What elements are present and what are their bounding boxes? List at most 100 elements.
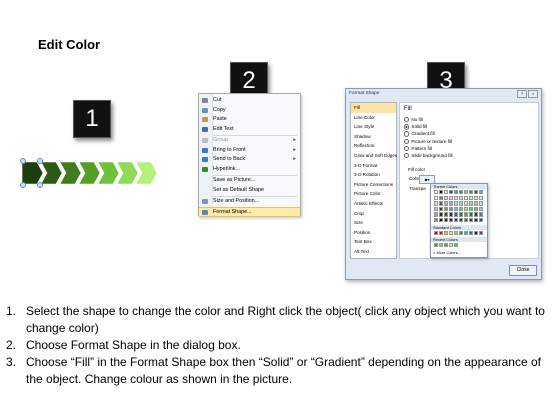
color-swatch[interactable] [464,201,469,206]
color-swatch[interactable] [434,196,439,201]
category-item[interactable]: Reflection [351,141,396,151]
color-swatch[interactable] [479,190,484,195]
color-swatch[interactable] [449,243,454,248]
color-swatch[interactable] [459,217,464,222]
color-swatch[interactable] [454,190,459,195]
selection-handle[interactable] [20,182,26,188]
color-swatch[interactable] [464,190,469,195]
color-swatch[interactable] [474,217,479,222]
color-swatch[interactable] [459,206,464,212]
color-swatch[interactable] [449,201,454,206]
color-swatch[interactable] [454,212,459,217]
chevron-segment[interactable] [135,161,158,185]
category-item[interactable]: Size [351,218,396,228]
chevron-segment[interactable] [21,161,44,185]
menu-item[interactable]: Paste [199,115,300,124]
fill-option-radio[interactable]: Picture or texture fill [404,139,452,145]
color-swatch[interactable] [479,217,484,222]
color-swatch[interactable] [474,206,479,212]
color-swatch[interactable] [439,196,444,201]
color-swatch[interactable] [469,206,474,212]
color-swatch[interactable] [434,190,439,195]
category-item[interactable]: Crop [351,209,396,219]
color-swatch[interactable] [449,231,454,236]
menu-item[interactable]: Hyperlink... [199,165,300,174]
color-swatch[interactable] [459,212,464,217]
color-swatch[interactable] [474,201,479,206]
color-swatch[interactable] [479,206,484,212]
color-swatch[interactable] [444,190,449,195]
color-swatch[interactable] [479,196,484,201]
color-swatch[interactable] [444,231,449,236]
color-swatch[interactable] [439,243,444,248]
color-swatch[interactable] [454,243,459,248]
category-item[interactable]: 3-D Format [351,161,396,171]
color-swatch[interactable] [439,231,444,236]
color-swatch[interactable] [474,190,479,195]
category-item[interactable]: Glow and Soft Edges [351,151,397,161]
color-swatch[interactable] [439,212,444,217]
chevron-shape-strip[interactable] [20,158,172,188]
color-swatch[interactable] [454,206,459,212]
color-swatch[interactable] [469,201,474,206]
color-swatch[interactable] [464,206,469,212]
menu-item[interactable]: Save as Picture... [199,176,300,185]
chevron-segment[interactable] [59,161,82,185]
fill-option-radio[interactable]: Pattern fill [404,146,432,152]
menu-item[interactable]: Set as Default Shape [199,186,300,195]
chevron-segment[interactable] [40,161,63,185]
color-swatch[interactable] [439,217,444,222]
category-item[interactable]: Fill [351,103,396,113]
color-swatch[interactable] [444,196,449,201]
color-swatch[interactable] [444,217,449,222]
category-item[interactable]: Picture Corrections [351,180,396,190]
fill-option-radio[interactable]: Solid fill [404,124,427,130]
category-item[interactable]: Line Color [351,113,396,123]
color-swatch[interactable] [444,206,449,212]
color-swatch[interactable] [464,231,469,236]
menu-item[interactable]: Edit Text [199,125,300,134]
color-swatch[interactable] [459,231,464,236]
color-swatch[interactable] [444,243,449,248]
color-swatch[interactable] [459,190,464,195]
color-swatch[interactable] [449,196,454,201]
category-item[interactable]: Artistic Effects [351,199,396,209]
color-swatch[interactable] [469,212,474,217]
color-swatch[interactable] [469,217,474,222]
color-swatch[interactable] [454,217,459,222]
category-item[interactable]: Text Box [351,237,396,247]
color-swatch[interactable] [434,206,439,212]
color-swatch[interactable] [479,212,484,217]
color-swatch[interactable] [474,212,479,217]
selection-handle[interactable] [37,182,43,188]
color-swatch[interactable] [469,196,474,201]
color-swatch[interactable] [434,212,439,217]
color-swatch[interactable] [464,196,469,201]
menu-item[interactable]: Cut [199,96,300,105]
color-swatch[interactable] [469,231,474,236]
color-swatch[interactable] [464,217,469,222]
fill-option-radio[interactable]: Slide background fill [404,153,453,159]
menu-item[interactable]: Bring to Front ▸ [199,146,300,155]
category-item[interactable]: Line Style [351,122,396,132]
color-swatch[interactable] [469,190,474,195]
chevron-arrows-graphic[interactable] [21,160,172,186]
fill-option-radio[interactable]: No fill [404,117,423,123]
color-swatch[interactable] [454,201,459,206]
menu-item[interactable]: Format Shape... [199,206,300,217]
color-swatch[interactable] [444,212,449,217]
chevron-segment[interactable] [97,161,120,185]
color-swatch[interactable] [474,231,479,236]
color-swatch[interactable] [474,196,479,201]
color-swatch[interactable] [449,206,454,212]
category-item[interactable]: Alt Text [351,247,396,257]
chevron-segment[interactable] [78,161,101,185]
category-item[interactable]: Picture Color [351,189,396,199]
color-swatch[interactable] [449,217,454,222]
color-swatch[interactable] [439,206,444,212]
color-swatch[interactable] [479,201,484,206]
category-item[interactable]: 3-D Rotation [351,170,396,180]
color-swatch[interactable] [459,196,464,201]
color-swatch[interactable] [434,217,439,222]
color-swatch[interactable] [439,201,444,206]
